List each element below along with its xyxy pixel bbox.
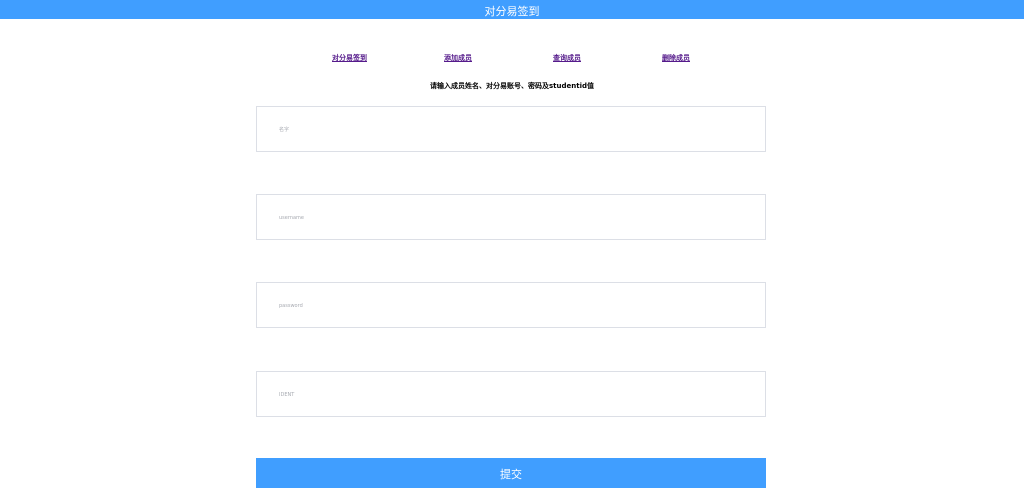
username-field-box — [256, 194, 766, 241]
ident-field-box — [256, 371, 766, 418]
password-input[interactable] — [277, 283, 751, 329]
nav-link-query-member[interactable]: 查询成员 — [553, 53, 581, 63]
top-header-bar: 对分易签到 — [0, 0, 1024, 19]
nav-link-delete-member[interactable]: 删除成员 — [662, 53, 690, 63]
page-title: 对分易签到 — [484, 5, 540, 18]
name-field-box — [256, 106, 766, 153]
nav-links: 对分易签到 添加成员 查询成员 删除成员 — [0, 53, 1024, 65]
ident-input[interactable] — [277, 372, 751, 418]
nav-link-checkin[interactable]: 对分易签到 — [332, 53, 367, 63]
password-field-box — [256, 282, 766, 329]
form-instruction: 请输入成员姓名、对分易账号、密码及studentid值 — [430, 82, 594, 90]
name-input[interactable] — [277, 107, 751, 153]
nav-link-add-member[interactable]: 添加成员 — [444, 53, 472, 63]
username-input[interactable] — [277, 195, 751, 241]
